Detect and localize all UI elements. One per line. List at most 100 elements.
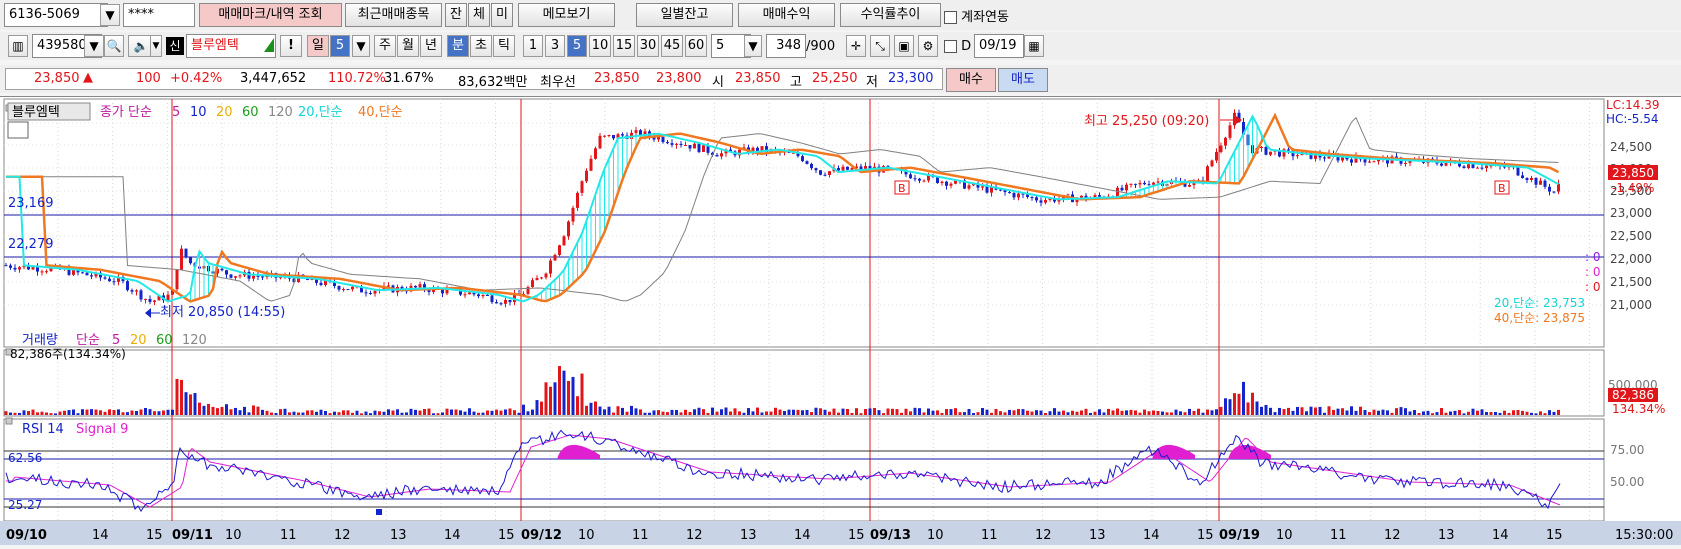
triangle-icon [264,38,274,52]
chart-area[interactable]: B B 블루엠텍 종가 단순 5 10 20 60 120 20,단순 40,단순 23,… [0,96,1681,545]
chevron-down-icon[interactable]: ▼ [352,35,370,57]
bar-count-input[interactable]: 348 [766,34,806,58]
executed-button[interactable]: 체 [468,3,490,27]
daily-balance-button[interactable]: 일별잔고 [636,3,733,27]
minute-option[interactable]: 3 [545,35,565,57]
candle [1026,194,1029,197]
account-link-checkbox[interactable] [944,11,957,24]
candle [693,143,696,149]
volume-bar [1246,402,1250,415]
time-label: 10 [1276,528,1293,543]
candle [949,183,953,186]
recent-stocks-button[interactable]: 최근매매종목 [345,3,442,27]
period-year-button[interactable]: 년 [420,35,442,57]
volume-legend-item: 5 [112,333,120,348]
volume-bar [981,408,984,415]
calendar-icon[interactable]: ▦ [1024,35,1044,57]
password-field[interactable]: **** [123,3,195,27]
save-icon[interactable]: ▣ [894,35,914,57]
candle [373,290,377,294]
price-tick: 21,500 [1610,275,1652,289]
volume-bar [985,409,989,415]
panel-icon[interactable]: ▥ [8,35,28,57]
volume-bar [1503,410,1506,415]
gear-icon[interactable]: ⚙ [918,35,938,57]
time-label: 14 [1143,528,1160,543]
account-select[interactable]: 6136-5069 [4,3,108,27]
volume-bar [891,408,894,415]
minute-option[interactable]: 10 [589,35,611,57]
alert-button[interactable]: ! [280,35,302,57]
volume-bar [1215,409,1218,415]
volume-bar [225,404,228,415]
date-checkbox[interactable] [944,40,957,53]
price-tag-pct: -1.49% [1612,181,1654,195]
minute-option[interactable]: 60 [685,35,707,57]
volume-bar [1498,412,1502,415]
minute-option[interactable]: 5 [567,35,587,57]
lc-value: LC:14.39 [1606,98,1659,112]
candle [1471,164,1475,169]
line-tool-icon[interactable]: ⤡ [870,35,890,57]
candle [414,285,417,288]
chevron-down-icon[interactable]: ▼ [100,4,120,26]
low-annotation: 최저 20,850 (14:55) [160,305,285,320]
search-icon[interactable]: 🔍 [104,35,124,57]
volume-bar [1210,410,1214,415]
unexecuted-button[interactable]: 미 [491,3,513,27]
volume-bar [1516,409,1520,415]
chevron-down-icon[interactable]: ▼ [84,35,104,57]
volume-bar [1017,408,1020,415]
date-toggle[interactable]: D [944,39,971,54]
date-input[interactable]: 09/19 [974,34,1024,58]
stock-name: 블루엠텍 [191,38,239,53]
period-tick-button[interactable]: 틱 [493,35,515,57]
volume-legend-simple: 단순 [76,333,100,348]
volume-bar [1327,406,1331,415]
volume-bar [1125,410,1128,415]
volume-bar [1390,412,1394,415]
count-select-value: 5 [716,38,725,53]
minute-option[interactable]: 1 [523,35,543,57]
stock-name-field[interactable]: 블루엠텍 [186,34,276,58]
chevron-down-icon[interactable]: ▼ [744,35,762,57]
open-price: 23,850 [735,71,781,86]
period-day-count[interactable]: 5 [330,35,350,57]
candle [369,292,372,294]
minute-option[interactable]: 15 [613,35,635,57]
period-minute-button[interactable]: 분 [447,35,469,57]
trade-profit-button[interactable]: 매매수익 [738,3,835,27]
chart-canvas[interactable]: B B 블루엠텍 종가 단순 5 10 20 60 120 20,단순 40,단순 23,… [0,97,1681,545]
period-second-button[interactable]: 초 [470,35,492,57]
candle [1125,184,1128,191]
return-trend-button[interactable]: 수익률추이 [840,3,941,27]
volume-bar [1174,409,1178,415]
table-icon[interactable] [7,121,29,139]
volume-bar [1273,412,1277,415]
buy-button[interactable]: 매수 [946,68,996,92]
period-week-button[interactable]: 주 [374,35,396,57]
balance-button[interactable]: 잔 [445,3,467,27]
candle [364,292,368,294]
minute-option[interactable]: 45 [661,35,683,57]
candle [1525,178,1529,181]
period-day-button[interactable]: 일 [307,35,329,57]
crosshair-icon[interactable]: ✛ [846,35,866,57]
volume-bar [544,382,548,415]
volume-bar [666,412,669,415]
volume-bar [31,409,35,415]
trade-mark-button[interactable]: 매매마크/내역 조회 [199,3,342,27]
volume-bar [1395,408,1398,415]
candle [558,245,561,255]
memo-button[interactable]: 메모보기 [518,3,615,27]
sell-button[interactable]: 매도 [998,68,1048,92]
account-link-toggle[interactable]: 계좌연동 [944,6,1009,25]
volume-bar [162,410,165,415]
chevron-down-icon[interactable]: ▼ [150,35,162,57]
candle [661,137,665,143]
pane-toggle[interactable] [5,417,13,425]
minute-option[interactable]: 30 [637,35,659,57]
volume-bar [1242,381,1245,415]
volume-bar [765,411,768,415]
period-month-button[interactable]: 월 [397,35,419,57]
